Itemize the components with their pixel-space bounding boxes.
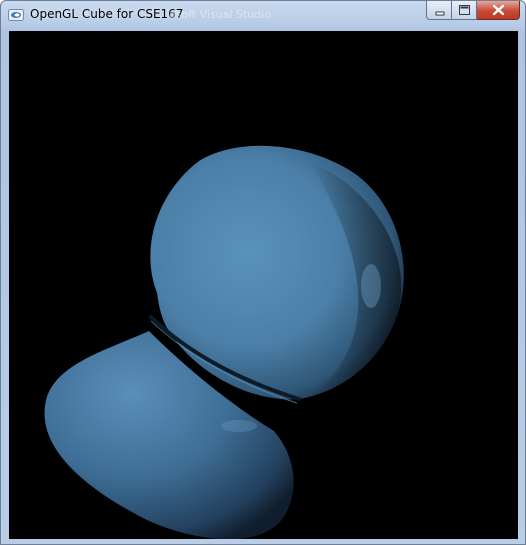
- app-window: OpenGL Cube for CSE167 osoft Visual Stud…: [0, 0, 526, 545]
- window-controls: [426, 1, 520, 20]
- opengl-app-icon[interactable]: [8, 7, 24, 23]
- close-button[interactable]: [477, 1, 520, 20]
- window-title: OpenGL Cube for CSE167: [30, 7, 184, 21]
- maximize-icon: [459, 5, 470, 15]
- background-window-title: osoft Visual Studio: [169, 8, 272, 21]
- minimize-icon: [435, 11, 445, 16]
- maximize-button[interactable]: [452, 1, 477, 20]
- close-icon: [492, 4, 505, 16]
- minimize-button[interactable]: [426, 1, 452, 20]
- title-bar[interactable]: OpenGL Cube for CSE167 osoft Visual Stud…: [1, 1, 525, 29]
- rendered-scene: [44, 145, 404, 539]
- opengl-viewport[interactable]: [9, 31, 518, 539]
